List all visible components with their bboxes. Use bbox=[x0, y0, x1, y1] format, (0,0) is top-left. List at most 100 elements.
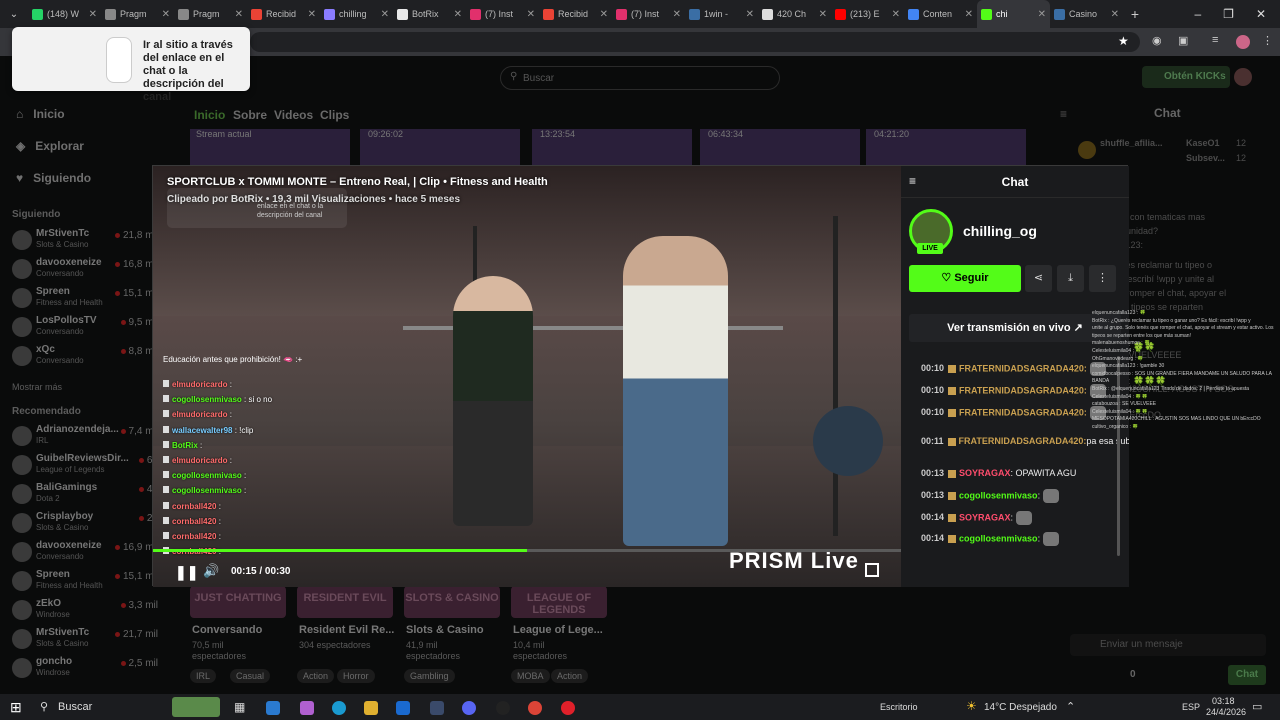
tab-close-icon[interactable]: ✕ bbox=[1038, 9, 1046, 20]
clock-date[interactable]: 24/4/2026 bbox=[1206, 707, 1246, 717]
windows-start-icon[interactable]: ⊞ bbox=[10, 699, 22, 716]
video-thumbnail[interactable]: 13:23:54 bbox=[532, 129, 692, 165]
sidebar-nav-explorar[interactable]: ◈ Explorar bbox=[16, 139, 84, 153]
browser-tab[interactable]: 1win - ✕ bbox=[685, 0, 758, 28]
category-name[interactable]: Resident Evil Re... bbox=[299, 624, 394, 636]
sidebar-channel[interactable]: davooxeneize Conversando 16,9 mil bbox=[12, 538, 158, 564]
tab-close-icon[interactable]: ✕ bbox=[308, 9, 316, 20]
tab-close-icon[interactable]: ✕ bbox=[746, 9, 754, 20]
task-view-icon[interactable]: ▦ bbox=[234, 700, 245, 714]
video-thumbnail[interactable]: Stream actual bbox=[190, 129, 350, 165]
menu-icon[interactable]: ⋮ bbox=[1262, 34, 1273, 47]
tab-videos[interactable]: Videos bbox=[274, 108, 313, 122]
sidebar-channel[interactable]: Spreen Fitness and Health 15,1 mil bbox=[12, 567, 158, 593]
browser-tab[interactable]: Recibid ✕ bbox=[247, 0, 320, 28]
extension-icon[interactable]: ◉ bbox=[1152, 34, 1162, 47]
discord-icon[interactable] bbox=[462, 701, 476, 715]
browser-tab[interactable]: Conten ✕ bbox=[904, 0, 977, 28]
follow-button[interactable]: ♡ Seguir bbox=[909, 265, 1021, 292]
message-user[interactable]: cogollosenmivaso bbox=[959, 533, 1038, 543]
tab-clips[interactable]: Clips bbox=[320, 108, 349, 122]
browser-tab[interactable]: Recibid ✕ bbox=[539, 0, 612, 28]
video-player[interactable]: SPORTCLUB x TOMMI MONTE – Entreno Real, … bbox=[153, 166, 901, 587]
browser-tab[interactable]: (7) Inst ✕ bbox=[612, 0, 685, 28]
fullscreen-icon[interactable] bbox=[865, 563, 879, 577]
tab-close-icon[interactable]: ✕ bbox=[673, 9, 681, 20]
tab-search-button[interactable]: ⌄ bbox=[0, 9, 28, 20]
media-icon[interactable]: ≡ bbox=[1212, 34, 1218, 46]
notification-icon[interactable]: ▭ bbox=[1252, 700, 1262, 713]
video-thumbnail[interactable]: 06:43:34 bbox=[700, 129, 860, 165]
share-icon[interactable]: ⋖ bbox=[1025, 265, 1052, 292]
address-field[interactable] bbox=[250, 32, 1140, 52]
category-name[interactable]: League of Lege... bbox=[513, 624, 603, 636]
browser-tab[interactable]: (148) W ✕ bbox=[28, 0, 101, 28]
steam-icon[interactable] bbox=[496, 701, 510, 715]
browser-tab[interactable]: Pragm ✕ bbox=[174, 0, 247, 28]
profile-avatar[interactable] bbox=[1236, 35, 1250, 49]
sidebar-channel[interactable]: xQc Conversando 8,8 mil bbox=[12, 342, 158, 368]
user-avatar[interactable] bbox=[1234, 68, 1252, 86]
watch-live-button[interactable]: Ver transmisión en vivo ↗ bbox=[909, 314, 1121, 342]
copilot-icon[interactable] bbox=[300, 701, 314, 715]
puzzle-icon[interactable]: ▣ bbox=[1178, 34, 1188, 47]
message-user[interactable]: cogollosenmivaso bbox=[959, 490, 1038, 500]
sidebar-nav-inicio[interactable]: ⌂ Inicio bbox=[16, 107, 65, 121]
bookmark-star-icon[interactable]: ★ bbox=[1118, 34, 1129, 48]
tab-close-icon[interactable]: ✕ bbox=[381, 9, 389, 20]
video-thumbnail[interactable]: 09:26:02 bbox=[360, 129, 520, 165]
sidebar-channel[interactable]: davooxeneize Conversando 16,8 mil bbox=[12, 255, 158, 281]
category-name[interactable]: Slots & Casino bbox=[406, 624, 484, 636]
app-icon[interactable] bbox=[430, 701, 444, 715]
browser-tab[interactable]: Pragm ✕ bbox=[101, 0, 174, 28]
tab-close-icon[interactable]: ✕ bbox=[892, 9, 900, 20]
category-card[interactable]: JUST CHATTING bbox=[190, 586, 286, 618]
category-tag[interactable]: MOBA bbox=[511, 669, 550, 683]
taskbar-search[interactable]: Buscar bbox=[58, 701, 92, 713]
sidebar-nav-siguiendo[interactable]: ♥ Siguiendo bbox=[16, 171, 91, 185]
get-kicks-button[interactable]: Obtén KICKs bbox=[1142, 66, 1230, 88]
category-card[interactable]: RESIDENT EVIL bbox=[297, 586, 393, 618]
sidebar-channel[interactable]: zEkO Windrose 3,3 mil bbox=[12, 596, 158, 622]
tray-chevron-icon[interactable]: ⌃ bbox=[1066, 700, 1075, 713]
edge-icon[interactable] bbox=[332, 701, 346, 715]
language-indicator[interactable]: ESP bbox=[1182, 702, 1200, 712]
tab-close-icon[interactable]: ✕ bbox=[965, 9, 973, 20]
category-card[interactable]: SLOTS & CASINO bbox=[404, 586, 500, 618]
sidebar-channel[interactable]: MrStivenTc Slots & Casino 21,7 mil bbox=[12, 625, 158, 651]
outlook-icon[interactable] bbox=[396, 701, 410, 715]
sidebar-channel[interactable]: Adrianozendeja... IRL 7,4 mil bbox=[12, 422, 158, 448]
message-user[interactable]: FRATERNIDADSAGRADA420: bbox=[959, 407, 1087, 417]
browser-tab[interactable]: BotRix ✕ bbox=[393, 0, 466, 28]
category-tag[interactable]: Action bbox=[551, 669, 589, 683]
opera-icon[interactable] bbox=[561, 701, 575, 715]
sidebar-channel[interactable]: Spreen Fitness and Health 15,1 mil bbox=[12, 284, 158, 310]
browser-tab[interactable]: Casino ✕ bbox=[1050, 0, 1123, 28]
tab-close-icon[interactable]: ✕ bbox=[235, 9, 243, 20]
chat-send-button[interactable]: Chat bbox=[1228, 665, 1266, 685]
weather-text[interactable]: 14°C Despejado bbox=[984, 702, 1057, 713]
sidebar-channel[interactable]: MrStivenTc Slots & Casino 21,8 mil bbox=[12, 226, 158, 252]
pause-button[interactable]: ❚❚ bbox=[175, 564, 198, 581]
sidebar-channel[interactable]: LosPollosTV Conversando 9,5 mil bbox=[12, 313, 158, 339]
minimize-button[interactable]: – bbox=[1194, 7, 1201, 21]
message-user[interactable]: FRATERNIDADSAGRADA420: bbox=[959, 385, 1087, 395]
chrome-icon[interactable] bbox=[528, 701, 542, 715]
more-options-icon[interactable]: ⋮ bbox=[1089, 265, 1116, 292]
sidebar-channel[interactable]: CrisplayboySlots & Casino25 bbox=[12, 509, 158, 535]
category-tag[interactable]: Casual bbox=[230, 669, 271, 683]
sidebar-channel[interactable]: BaliGamingsDota 247 bbox=[12, 480, 158, 506]
tab-close-icon[interactable]: ✕ bbox=[162, 9, 170, 20]
channel-name[interactable]: chilling_og bbox=[963, 223, 1037, 239]
explorer-icon[interactable] bbox=[364, 701, 378, 715]
message-user[interactable]: SOYRAGAX bbox=[959, 512, 1011, 522]
category-tag[interactable]: Gambling bbox=[404, 669, 455, 683]
tab-close-icon[interactable]: ✕ bbox=[1111, 9, 1119, 20]
show-more-link[interactable]: Mostrar más bbox=[12, 382, 62, 392]
tab-close-icon[interactable]: ✕ bbox=[527, 9, 535, 20]
browser-tab[interactable]: chi ✕ bbox=[977, 0, 1050, 28]
sidebar-channel[interactable]: goncho Windrose 2,5 mil bbox=[12, 654, 158, 680]
tab-close-icon[interactable]: ✕ bbox=[600, 9, 608, 20]
message-user[interactable]: FRATERNIDADSAGRADA420: bbox=[959, 436, 1087, 446]
search-input[interactable]: Buscar bbox=[500, 66, 780, 90]
